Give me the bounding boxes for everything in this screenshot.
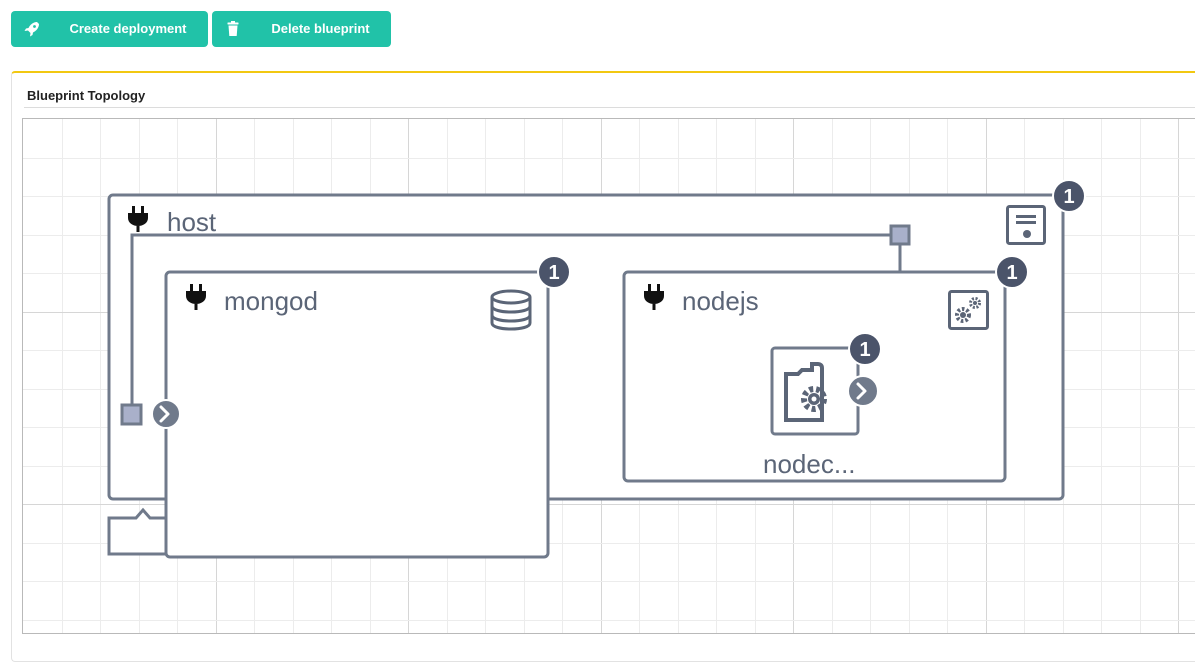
mongod-node[interactable]: mongod [164, 270, 550, 559]
widget-divider [24, 107, 1195, 108]
mongod-instances-badge: 1 [537, 255, 571, 289]
nodejs-instances-badge: 1 [995, 255, 1029, 289]
delete-blueprint-button[interactable]: Delete blueprint [212, 11, 391, 47]
relationship-source-handle[interactable] [120, 403, 143, 426]
relationship-source-handle[interactable] [889, 224, 911, 246]
host-instances-badge: 1 [1052, 179, 1086, 213]
nodecellar-label: nodec... [763, 449, 856, 479]
server-icon [1006, 205, 1046, 245]
host-instances-count: 1 [1063, 186, 1074, 208]
nodejs-instances-count: 1 [1006, 262, 1017, 284]
nodecellar-instances-badge: 1 [848, 332, 882, 366]
mongod-instances-count: 1 [548, 262, 559, 284]
delete-blueprint-label: Delete blueprint [271, 21, 370, 36]
nodecellar-instances-count: 1 [859, 339, 870, 361]
host-overflow-tab [107, 507, 166, 556]
create-deployment-button[interactable]: Create deployment [11, 11, 208, 47]
host-label: host [167, 207, 217, 237]
nodecellar-node[interactable]: nodec... [763, 346, 860, 479]
gears-icon [948, 290, 989, 330]
create-deployment-label: Create deployment [69, 21, 187, 36]
topology-canvas[interactable]: host mongod nodejs nodec... 1 1 1 1 [22, 118, 1195, 634]
nodejs-label: nodejs [682, 286, 759, 316]
mongod-label: mongod [224, 286, 318, 316]
widget-title: Blueprint Topology [27, 88, 146, 103]
relationship-target-arrow[interactable] [151, 399, 181, 429]
relationship-target-arrow[interactable] [847, 375, 879, 407]
